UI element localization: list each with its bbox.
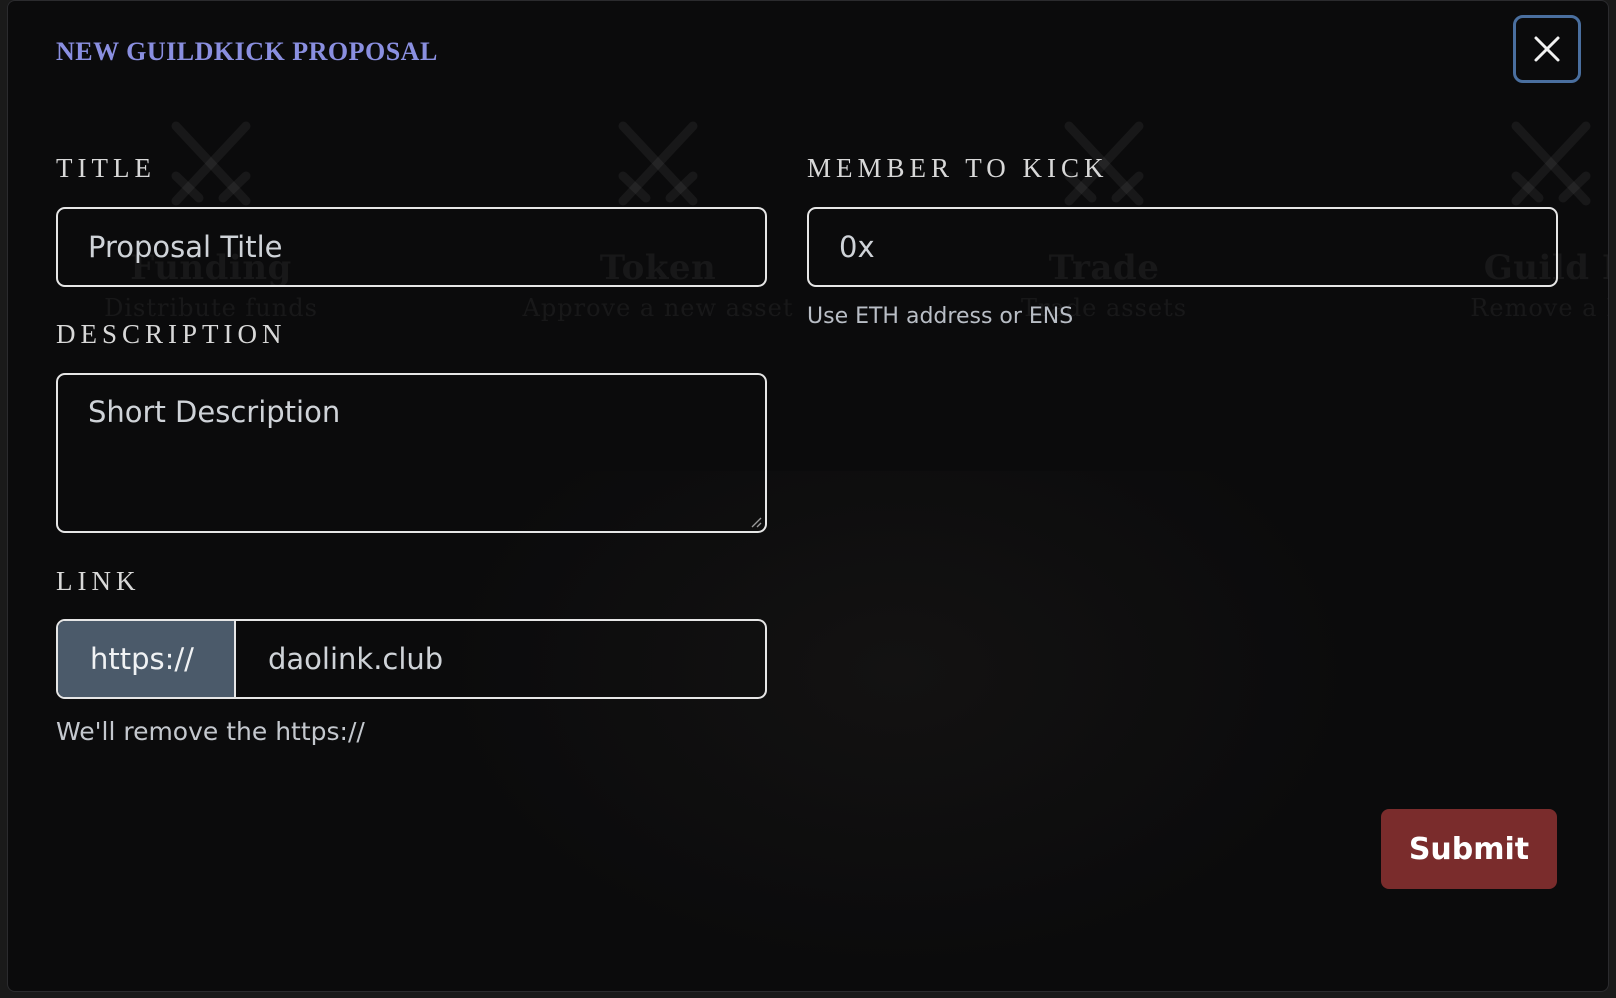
link-input-group: https:// daolink.club xyxy=(56,619,767,699)
title-input[interactable]: Proposal Title xyxy=(56,207,767,287)
close-button[interactable] xyxy=(1513,15,1581,83)
link-input[interactable]: daolink.club xyxy=(236,621,765,697)
background-card-subtitle: Approve a new asset xyxy=(522,294,794,322)
modal-title: NEW GUILDKICK PROPOSAL xyxy=(56,37,438,66)
background-card-subtitle: Remove a M xyxy=(1470,294,1608,322)
crossed-swords-icon xyxy=(171,121,251,206)
proposal-modal: Funding Distribute funds Token Approve a… xyxy=(7,0,1609,992)
close-icon xyxy=(1534,36,1560,62)
link-helper-text: We'll remove the https:// xyxy=(56,717,365,746)
crossed-swords-icon xyxy=(1511,121,1591,206)
member-to-kick-label: MEMBER TO KICK xyxy=(807,153,1109,183)
description-placeholder: Short Description xyxy=(88,395,341,429)
crossed-swords-icon xyxy=(618,121,698,206)
description-textarea[interactable]: Short Description xyxy=(56,373,767,533)
description-label: DESCRIPTION xyxy=(56,319,287,349)
background-artwork xyxy=(438,471,1358,971)
submit-button[interactable]: Submit xyxy=(1381,809,1557,889)
member-helper-text: Use ETH address or ENS xyxy=(807,304,1074,329)
link-label: LINK xyxy=(56,566,141,596)
member-address-input[interactable]: 0x xyxy=(807,207,1558,287)
background-card-subtitle: Distribute funds xyxy=(104,294,318,322)
link-placeholder: daolink.club xyxy=(268,642,444,676)
member-address-placeholder: 0x xyxy=(839,230,875,264)
title-input-placeholder: Proposal Title xyxy=(88,230,283,264)
resize-handle-icon[interactable] xyxy=(750,516,762,528)
title-label: TITLE xyxy=(56,153,156,183)
link-prefix-addon: https:// xyxy=(58,621,236,697)
